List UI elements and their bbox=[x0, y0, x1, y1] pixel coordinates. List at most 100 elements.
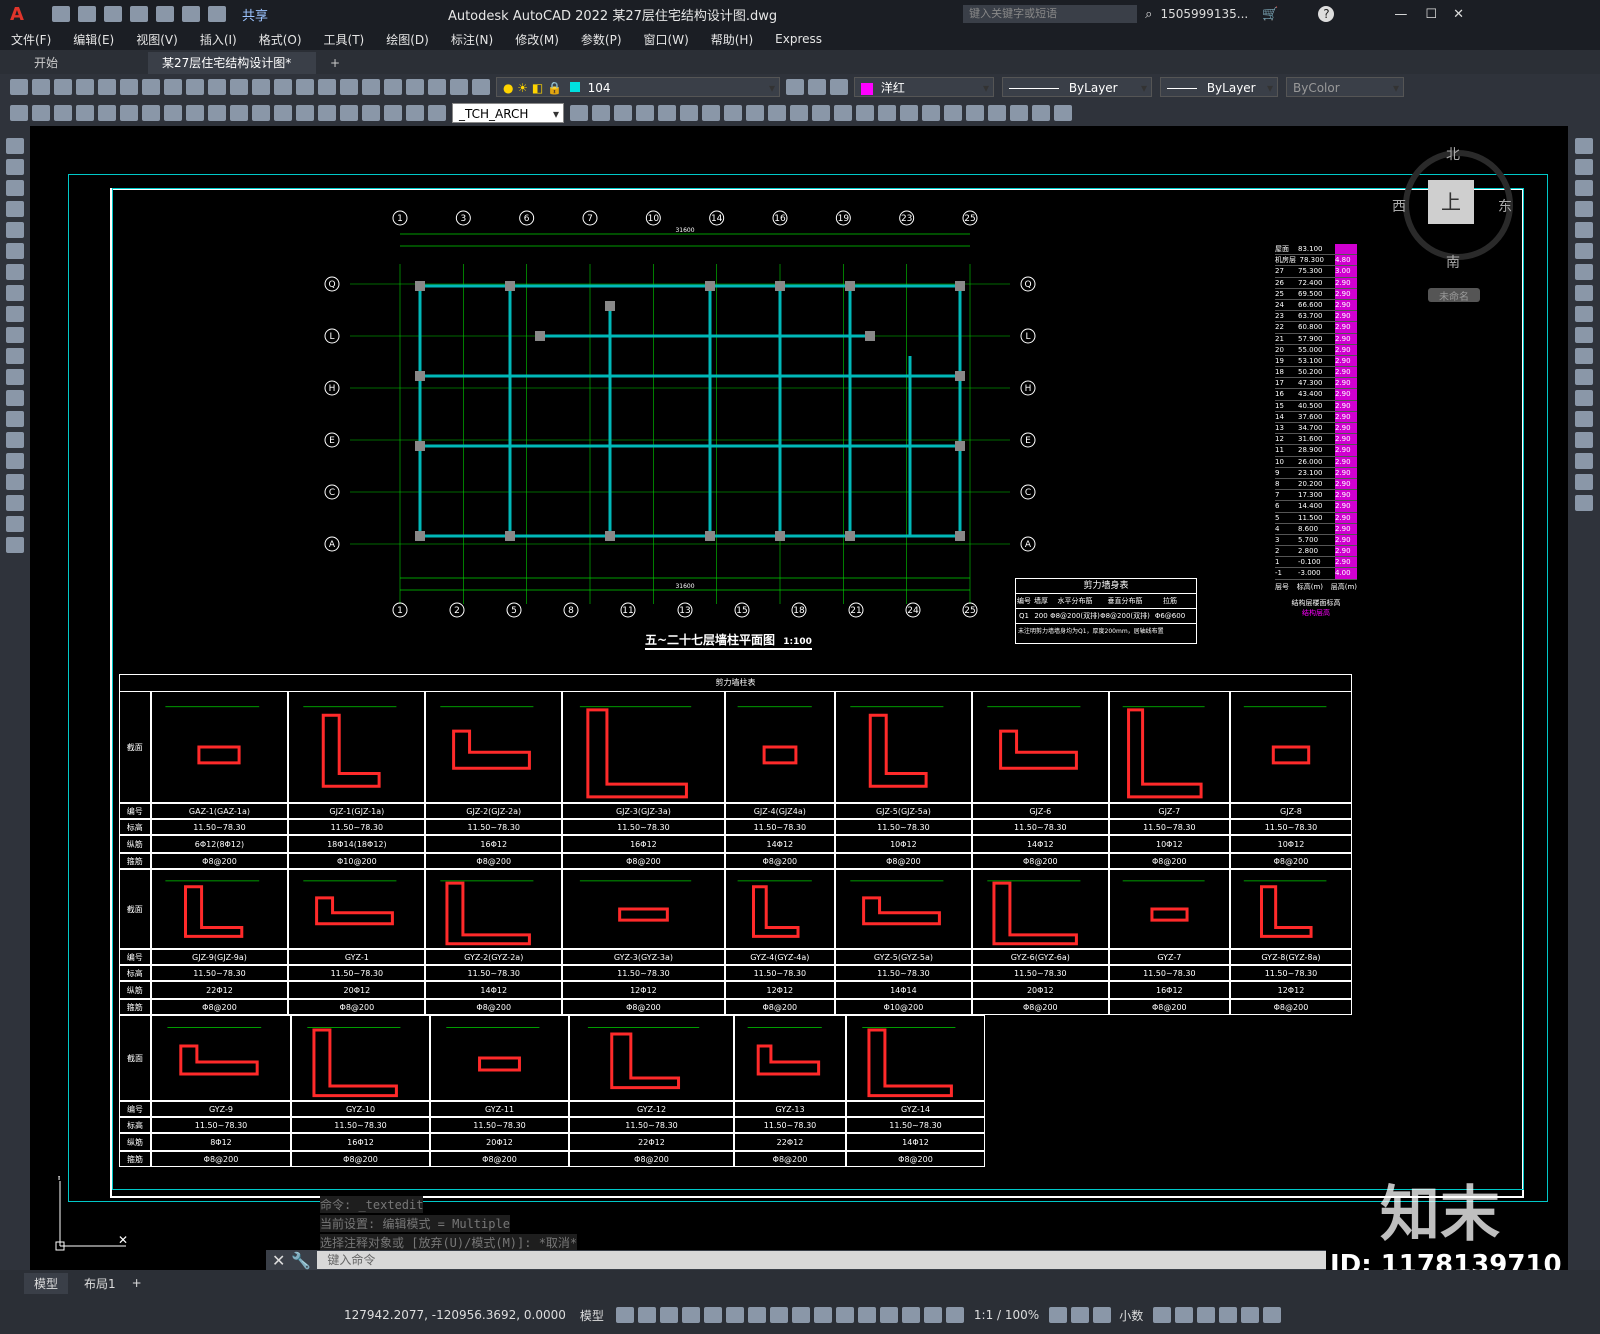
tab-model[interactable]: 模型 bbox=[24, 1272, 69, 1294]
dim-continue-icon[interactable] bbox=[230, 105, 248, 121]
help-icon[interactable]: ? bbox=[1318, 6, 1335, 22]
model-space-button[interactable]: 模型 bbox=[580, 1307, 604, 1324]
user-account[interactable]: 1505999135... bbox=[1160, 7, 1248, 21]
intersect-icon[interactable] bbox=[900, 105, 918, 121]
dim-arc-icon[interactable] bbox=[54, 105, 72, 121]
chamfer-icon[interactable] bbox=[1575, 432, 1593, 448]
ellipse-arc-icon[interactable] bbox=[6, 348, 24, 364]
redo-icon[interactable] bbox=[230, 79, 248, 95]
dim-jogged-icon[interactable] bbox=[120, 105, 138, 121]
menu-modify[interactable]: 修改(M) bbox=[515, 31, 559, 48]
3drotate-icon[interactable] bbox=[1010, 105, 1028, 121]
cone-icon[interactable] bbox=[636, 105, 654, 121]
insert-block-icon[interactable] bbox=[6, 369, 24, 385]
join-icon[interactable] bbox=[1575, 411, 1593, 427]
dim-baseline-icon[interactable] bbox=[208, 105, 226, 121]
copy-icon[interactable] bbox=[142, 79, 160, 95]
dimstyle-icon[interactable] bbox=[570, 105, 588, 121]
undo-icon[interactable] bbox=[208, 79, 226, 95]
dim-space-icon[interactable] bbox=[252, 105, 270, 121]
compass-north[interactable]: 北 bbox=[1446, 144, 1460, 164]
units-readout[interactable]: 小数 bbox=[1119, 1307, 1143, 1324]
torus-icon[interactable] bbox=[724, 105, 742, 121]
matchprop-icon[interactable] bbox=[186, 79, 204, 95]
units-icon[interactable] bbox=[1093, 1307, 1112, 1323]
designcenter-icon[interactable] bbox=[362, 79, 380, 95]
layer-states-icon[interactable] bbox=[830, 79, 848, 95]
menu-window[interactable]: 窗口(W) bbox=[644, 31, 689, 48]
break-point-icon[interactable] bbox=[1575, 369, 1593, 385]
selection-filter-icon[interactable] bbox=[879, 1307, 898, 1323]
add-selected-icon[interactable] bbox=[6, 537, 24, 553]
explode-icon[interactable] bbox=[1575, 495, 1593, 511]
lineweight-icon[interactable] bbox=[769, 1307, 788, 1323]
new-icon[interactable] bbox=[10, 79, 28, 95]
zoom-previous-icon[interactable] bbox=[318, 79, 336, 95]
redo-icon[interactable] bbox=[207, 6, 226, 22]
add-layout-button[interactable]: + bbox=[132, 1276, 142, 1290]
menu-edit[interactable]: 编辑(E) bbox=[73, 31, 114, 48]
close-command-icon[interactable]: ✕ bbox=[272, 1251, 285, 1270]
osnap-icon[interactable] bbox=[747, 1307, 766, 1323]
new-icon[interactable] bbox=[51, 6, 70, 22]
isolate-icon[interactable] bbox=[1197, 1307, 1216, 1323]
wedge-icon[interactable] bbox=[702, 105, 720, 121]
cart-icon[interactable]: 🛒 bbox=[1262, 7, 1278, 22]
subtract-icon[interactable] bbox=[878, 105, 896, 121]
lock-ui-icon[interactable] bbox=[1175, 1307, 1194, 1323]
open-icon[interactable] bbox=[32, 79, 50, 95]
table-icon[interactable] bbox=[6, 495, 24, 511]
viewcube[interactable]: 上 北 南 西 东 bbox=[1392, 140, 1513, 271]
blend-icon[interactable] bbox=[1575, 474, 1593, 490]
menu-tools[interactable]: 工具(T) bbox=[324, 31, 365, 48]
pyramid-icon[interactable] bbox=[680, 105, 698, 121]
box-icon[interactable] bbox=[592, 105, 610, 121]
toolpalette-icon[interactable] bbox=[384, 79, 402, 95]
grid-icon[interactable] bbox=[615, 1307, 634, 1323]
point-icon[interactable] bbox=[6, 411, 24, 427]
preview-icon[interactable] bbox=[98, 79, 116, 95]
mirror-icon[interactable] bbox=[1575, 180, 1593, 196]
menu-draw[interactable]: 绘图(D) bbox=[386, 31, 429, 48]
scale-icon[interactable] bbox=[1575, 285, 1593, 301]
print-icon[interactable] bbox=[76, 79, 94, 95]
xline-icon[interactable] bbox=[6, 159, 24, 175]
dim-ordinate-icon[interactable] bbox=[76, 105, 94, 121]
layer-previous-icon[interactable] bbox=[808, 79, 826, 95]
revcloud-icon[interactable] bbox=[6, 285, 24, 301]
make-current-icon[interactable] bbox=[786, 79, 804, 95]
cut-icon[interactable] bbox=[120, 79, 138, 95]
sphere-icon[interactable] bbox=[658, 105, 676, 121]
compass-west[interactable]: 西 bbox=[1392, 196, 1406, 216]
customization-icon[interactable] bbox=[1263, 1307, 1282, 1323]
dim-textedit-icon[interactable] bbox=[406, 105, 424, 121]
share-button[interactable]: 共享 bbox=[242, 5, 268, 24]
zoom-window-icon[interactable] bbox=[296, 79, 314, 95]
menu-file[interactable]: 文件(F) bbox=[11, 31, 51, 48]
dim-aligned-icon[interactable] bbox=[32, 105, 50, 121]
menu-dimension[interactable]: 标注(N) bbox=[451, 31, 493, 48]
maximize-button[interactable]: ☐ bbox=[1425, 7, 1437, 22]
linetype-dropdown[interactable]: ByLayer bbox=[1002, 77, 1152, 98]
search-field[interactable]: 键入关键字或短语 bbox=[963, 5, 1138, 23]
command-input[interactable]: 键入命令 bbox=[317, 1251, 1326, 1269]
annotation-visibility-icon[interactable] bbox=[923, 1307, 942, 1323]
array-icon[interactable] bbox=[1575, 222, 1593, 238]
layer-properties-icon[interactable] bbox=[472, 79, 490, 95]
polygon-icon[interactable] bbox=[6, 201, 24, 217]
gradient-icon[interactable] bbox=[6, 453, 24, 469]
fillet-icon[interactable] bbox=[1575, 453, 1593, 469]
3dmove-icon[interactable] bbox=[988, 105, 1006, 121]
compass-east[interactable]: 东 bbox=[1498, 196, 1512, 216]
dim-linear-icon[interactable] bbox=[10, 105, 28, 121]
center-mark-icon[interactable] bbox=[318, 105, 336, 121]
polar-icon[interactable] bbox=[681, 1307, 700, 1323]
inspection-icon[interactable] bbox=[340, 105, 358, 121]
coordinates-readout[interactable]: 127942.2077, -120956.3692, 0.0000 bbox=[344, 1308, 566, 1322]
polyline-icon[interactable] bbox=[6, 180, 24, 196]
minimize-button[interactable]: — bbox=[1394, 7, 1407, 22]
dim-diameter-icon[interactable] bbox=[142, 105, 160, 121]
viewcube-face-top[interactable]: 上 bbox=[1428, 180, 1474, 224]
line-icon[interactable] bbox=[6, 138, 24, 154]
tab-start[interactable]: 开始 bbox=[20, 52, 148, 74]
